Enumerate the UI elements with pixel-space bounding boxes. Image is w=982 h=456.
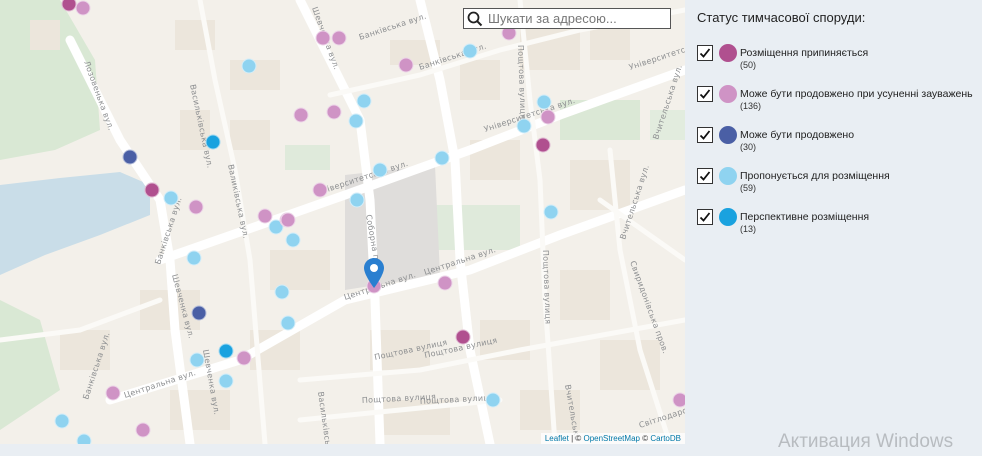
map-marker[interactable] [312,182,328,198]
map-marker[interactable] [348,113,364,129]
legend-item-count: (30) [740,142,757,152]
legend-item[interactable]: Може бути продовжено при усуненні зауваж… [697,85,982,116]
legend-item-count: (59) [740,183,757,193]
map-marker[interactable] [122,149,138,165]
legend-item-count: (50) [740,60,757,70]
map-marker[interactable] [536,94,552,110]
search-box [463,8,671,29]
legend-checkbox[interactable] [697,209,713,225]
legend-color-dot-icon [719,208,737,226]
map-marker[interactable] [280,315,296,331]
legend-checkbox[interactable] [697,45,713,61]
map-marker[interactable] [372,162,388,178]
map-marker[interactable] [331,30,347,46]
map-marker[interactable] [455,329,471,345]
map-marker[interactable] [163,190,179,206]
attribution-separator: © [639,434,651,443]
legend-item[interactable]: Розміщення припиняється (50) [697,44,982,75]
map-marker[interactable] [672,392,685,408]
legend-checkbox[interactable] [697,127,713,143]
leaflet-link[interactable]: Leaflet [545,434,569,443]
map-marker[interactable] [434,150,450,166]
legend-panel: Статус тимчасової споруди: Розміщення пр… [685,0,982,456]
legend-item[interactable]: Перспективне розміщення (13) [697,208,982,239]
legend-item-label: Може бути продовжено [740,129,855,141]
map-view[interactable]: Шевченка вул. Банківська вул. Банківська… [0,0,685,444]
map-attribution: Leaflet | © OpenStreetMap © CartoDB [540,433,685,444]
legend-color-dot-icon [719,167,737,185]
map-marker[interactable] [280,212,296,228]
map-marker[interactable] [75,0,91,16]
map-marker[interactable] [191,305,207,321]
legend-checkbox[interactable] [697,86,713,102]
search-icon[interactable] [464,8,486,29]
map-marker[interactable] [485,392,501,408]
map-marker[interactable] [135,422,151,438]
legend-item-count: (136) [740,101,762,111]
map-marker[interactable] [241,58,257,74]
legend-color-dot-icon [719,44,737,62]
street-label: Банківська вул. [358,12,428,42]
street-label: Пощтова вулиця [541,250,553,325]
map-marker[interactable] [218,373,234,389]
map-marker[interactable] [293,107,309,123]
map-marker[interactable] [54,413,70,429]
map-marker[interactable] [189,352,205,368]
map-base-tiles: Шевченка вул. Банківська вул. Банківська… [0,0,685,444]
map-marker[interactable] [188,199,204,215]
map-marker[interactable] [315,30,331,46]
map-marker[interactable] [462,43,478,59]
legend-item-label: Розміщення припиняється [740,47,869,59]
legend-item-label: Пропонується для розміщення [740,170,890,182]
street-label: Пощтова вулиця [516,45,528,120]
legend-item-label: Перспективне розміщення [740,211,870,223]
location-pin-icon[interactable] [364,258,384,293]
legend-item[interactable]: Пропонується для розміщення (59) [697,167,982,198]
legend-color-dot-icon [719,85,737,103]
legend-item-label: Може бути продовжено при усуненні зауваж… [740,88,973,100]
map-marker[interactable] [186,250,202,266]
map-marker[interactable] [76,433,92,444]
map-marker[interactable] [285,232,301,248]
map-marker[interactable] [516,118,532,134]
map-marker[interactable] [356,93,372,109]
windows-activation-watermark: Активация Windows [778,431,954,452]
legend-title: Статус тимчасової споруди: [697,10,866,25]
map-marker[interactable] [326,104,342,120]
legend-checkbox[interactable] [697,168,713,184]
search-input[interactable] [486,10,670,27]
map-marker[interactable] [236,350,252,366]
map-marker[interactable] [105,385,121,401]
map-marker[interactable] [205,134,221,150]
map-bottom-strip [0,444,685,456]
legend-item-count: (13) [740,224,757,234]
cartodb-link[interactable]: CartoDB [650,434,681,443]
map-marker[interactable] [398,57,414,73]
map-marker[interactable] [437,275,453,291]
map-marker[interactable] [540,109,556,125]
attribution-separator: | © [568,434,584,443]
legend-item[interactable]: Може бути продовжено (30) [697,126,982,157]
map-marker[interactable] [274,284,290,300]
legend-color-dot-icon [719,126,737,144]
map-marker[interactable] [218,343,234,359]
map-marker[interactable] [144,182,160,198]
map-marker[interactable] [543,204,559,220]
map-marker[interactable] [535,137,551,153]
map-marker[interactable] [349,192,365,208]
osm-link[interactable]: OpenStreetMap [583,434,639,443]
